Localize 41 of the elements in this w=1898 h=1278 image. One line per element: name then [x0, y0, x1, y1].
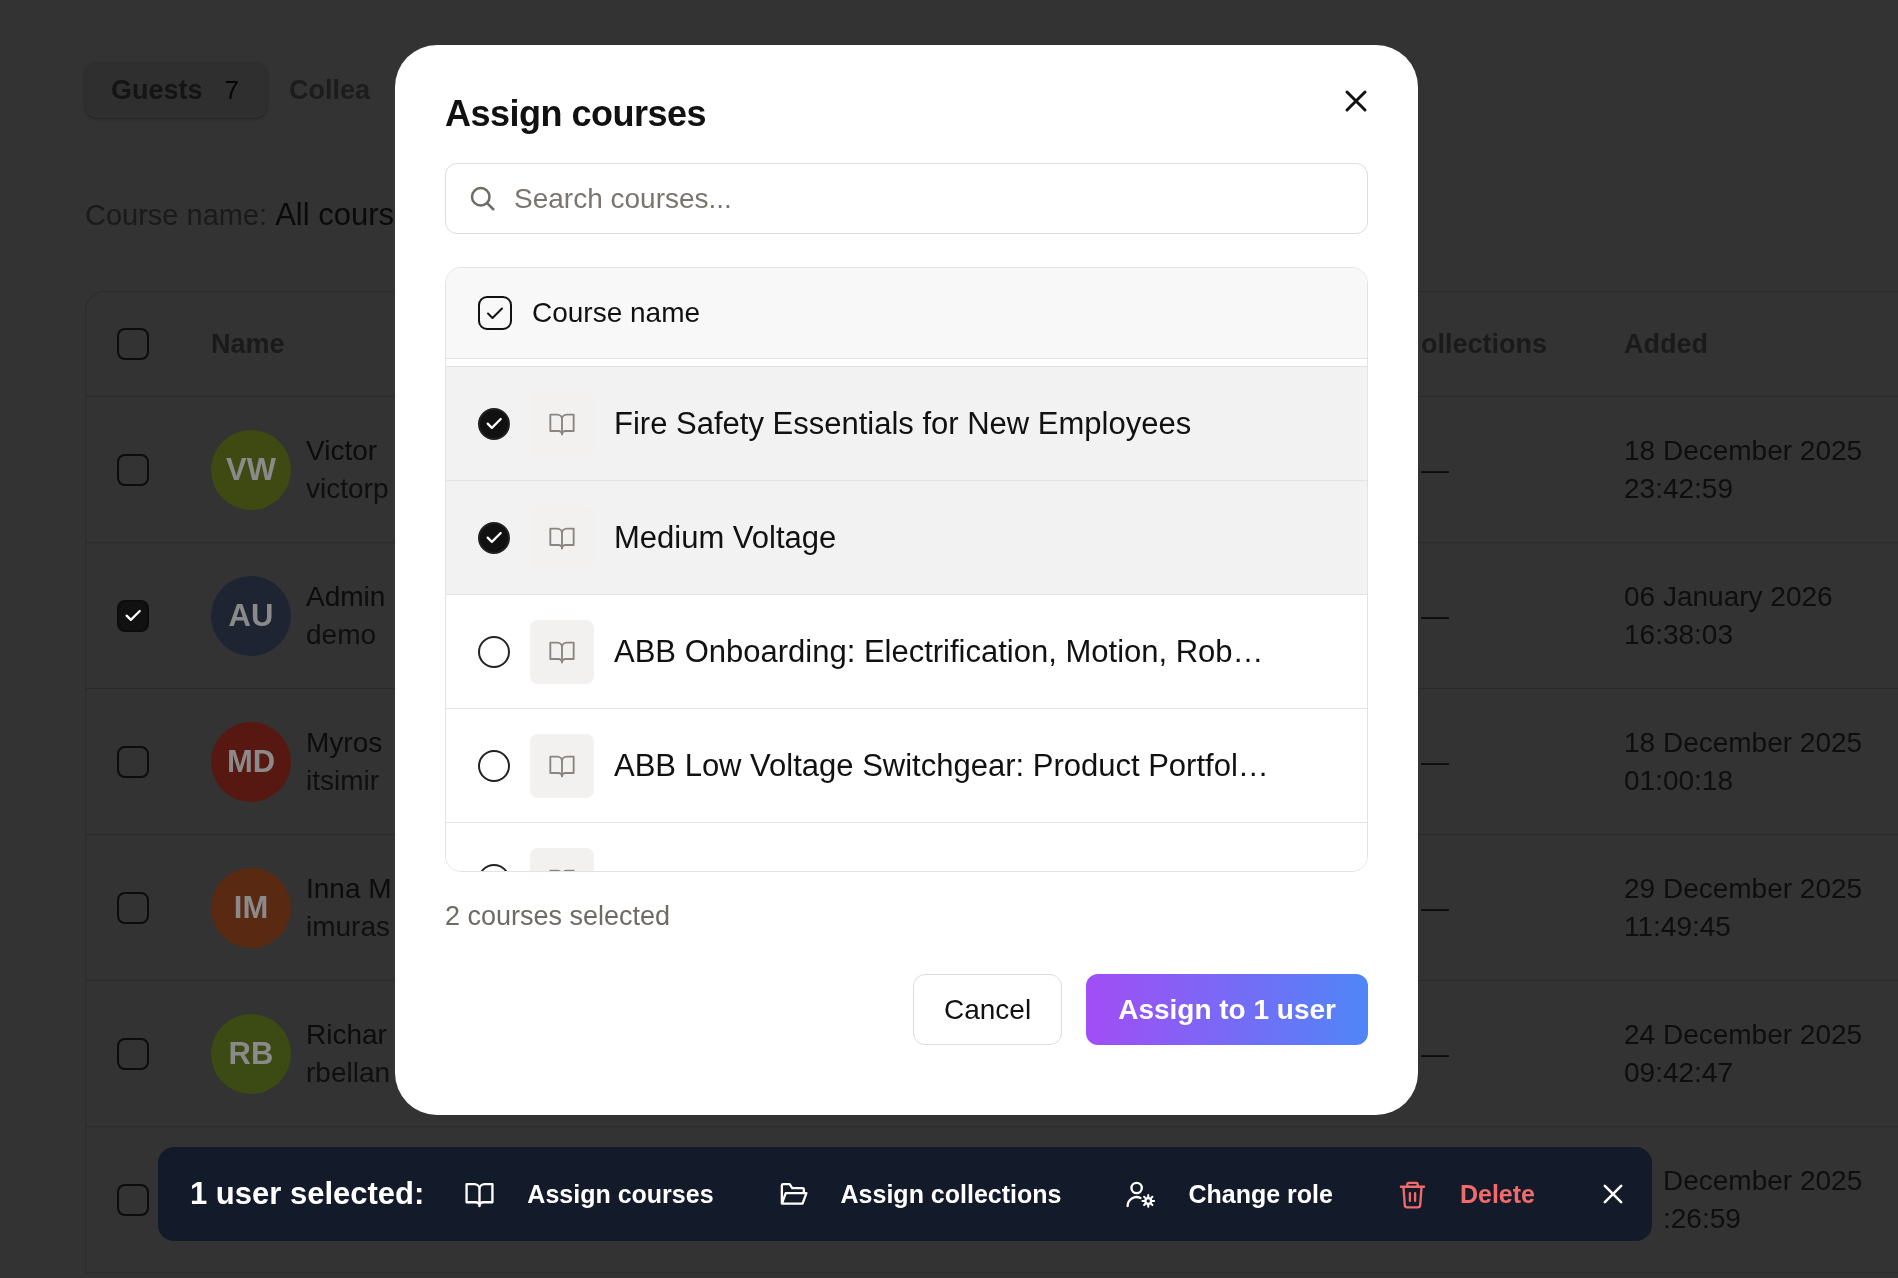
- table-cell-text: —: [1421, 891, 1450, 924]
- book-icon: [530, 733, 594, 798]
- select-all-checkbox[interactable]: [478, 296, 512, 330]
- course-row[interactable]: Medium Voltage: [446, 481, 1367, 595]
- course-name: ABB Onboarding: Electrification, Motion, Rob…: [614, 633, 1264, 670]
- action-button[interactable]: Assign courses: [464, 1178, 714, 1210]
- course-name: Fire Safety Essentials for New Employees: [614, 405, 1192, 442]
- action-button[interactable]: Assign collections: [777, 1178, 1062, 1210]
- checkbox[interactable]: [117, 328, 149, 360]
- avatar: IM: [211, 867, 291, 948]
- checkbox[interactable]: [478, 407, 510, 440]
- checkbox[interactable]: [117, 453, 149, 486]
- checkbox[interactable]: [117, 599, 149, 632]
- checkbox[interactable]: [117, 891, 149, 924]
- dialog-title: Assign courses: [445, 93, 707, 135]
- table-cell-text: —: [1421, 1037, 1450, 1070]
- checkbox[interactable]: [478, 521, 510, 554]
- search-field[interactable]: Search courses...: [445, 163, 1368, 234]
- table-cell-text: —: [1421, 599, 1450, 632]
- avatar: AU: [211, 575, 291, 656]
- checkbox[interactable]: [478, 749, 510, 782]
- checkbox[interactable]: [117, 1183, 149, 1216]
- avatar: RB: [211, 1013, 291, 1094]
- avatar: MD: [211, 721, 291, 802]
- book-icon: [530, 619, 594, 684]
- selection-count: 1 user selected:: [190, 1176, 425, 1212]
- course-name: ABB Low Voltage Switchgear: Product Portfol…: [614, 747, 1269, 784]
- checkbox[interactable]: [117, 1037, 149, 1070]
- course-name: Medium Voltage: [614, 519, 837, 556]
- table-cell-text: —: [1421, 745, 1450, 778]
- checkbox[interactable]: [478, 635, 510, 668]
- column-header: Course name: [532, 297, 701, 329]
- action-button[interactable]: Change role: [1125, 1178, 1333, 1210]
- action-button[interactable]: Delete: [1396, 1178, 1535, 1210]
- assign-button[interactable]: Assign to 1 user: [1086, 974, 1368, 1045]
- table-cell-text: —: [1421, 453, 1450, 486]
- cancel-button[interactable]: Cancel: [913, 974, 1063, 1045]
- selection-summary: 2 courses selected: [445, 901, 672, 932]
- checkbox[interactable]: [117, 745, 149, 778]
- avatar: VW: [211, 429, 291, 510]
- course-row[interactable]: Fire Safety Essentials for New Employees: [446, 367, 1367, 481]
